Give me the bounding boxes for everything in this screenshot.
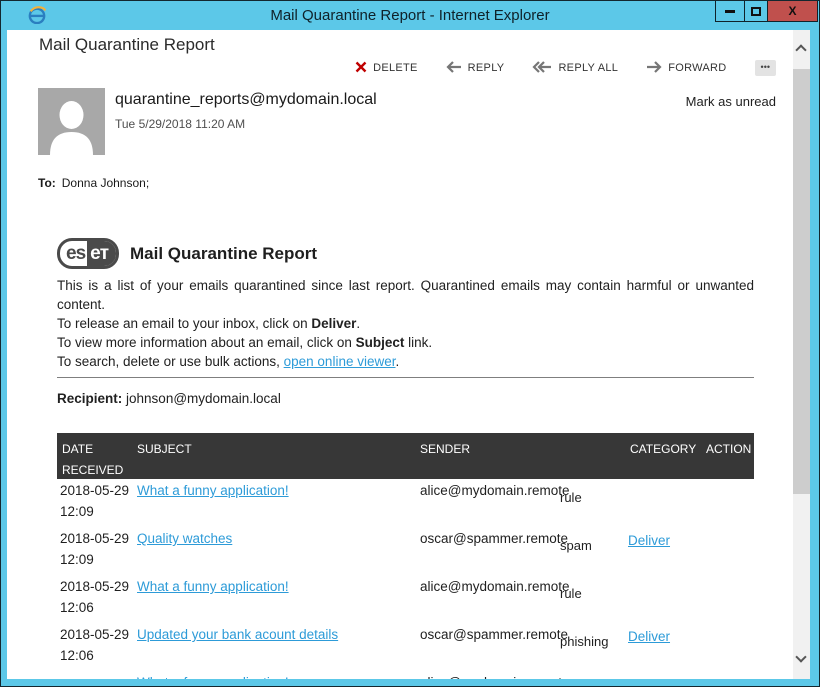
deliver-link[interactable]: Deliver (628, 533, 670, 548)
vertical-scrollbar[interactable] (793, 30, 810, 679)
cell-time: 12:06 (60, 600, 94, 615)
scroll-up-icon[interactable] (795, 44, 806, 55)
page-title: Mail Quarantine Report (39, 35, 215, 55)
report-header: es eт Mail Quarantine Report (57, 238, 754, 269)
cell-time: 12:09 (60, 504, 94, 519)
recipient-line: Recipient: johnson@mydomain.local (57, 389, 754, 408)
to-recipient: Donna Johnson; (62, 176, 149, 190)
table-row: 2018-05-29 12:09 Quality watches oscar@s… (57, 527, 754, 575)
delete-button[interactable]: DELETE (355, 61, 418, 76)
subject-link[interactable]: What a funny application! (137, 675, 289, 679)
cell-sender: oscar@spammer.remote (420, 627, 568, 642)
header-category: CATEGORY (630, 439, 696, 460)
title-bar: Mail Quarantine Report - Internet Explor… (1, 1, 819, 30)
sent-timestamp: Tue 5/29/2018 11:20 AM (115, 117, 245, 131)
cell-date: 2018-05-29 (60, 579, 129, 594)
quarantine-table-body: 2018-05-29 12:09 What a funny applicatio… (57, 479, 754, 679)
cell-category: rule (560, 586, 582, 601)
sender-avatar (38, 88, 105, 155)
cell-date: 2018-05-29 (60, 531, 129, 546)
table-header-row: DATE RECEIVED SUBJECT SENDER CATEGORY AC… (57, 433, 754, 479)
cell-date: 2018-05-29 (60, 483, 129, 498)
email-reading-pane: Mail Quarantine Report DELETE REPLY REPL… (7, 30, 810, 679)
ie-window: Mail Quarantine Report - Internet Explor… (0, 0, 820, 687)
mark-as-unread-link[interactable]: Mark as unread (686, 94, 776, 109)
window-title: Mail Quarantine Report - Internet Explor… (1, 7, 819, 24)
more-actions-button[interactable]: ••• (755, 60, 776, 76)
subject-link[interactable]: What a funny application! (137, 483, 289, 498)
to-label: To: (38, 176, 56, 190)
header-date-received: DATE RECEIVED (62, 439, 132, 481)
to-line: To: Donna Johnson; (38, 176, 149, 190)
cell-time: 12:06 (60, 648, 94, 663)
delete-x-icon (355, 61, 367, 76)
reply-arrow-icon (446, 61, 462, 76)
minimize-icon (725, 10, 735, 13)
eset-logo: es eт (57, 238, 119, 269)
mail-toolbar: DELETE REPLY REPLY ALL FORWARD (355, 60, 776, 76)
table-row: 2018-05-29 12:06 Updated your bank acoun… (57, 623, 754, 671)
open-online-viewer-link[interactable]: open online viewer (284, 354, 396, 369)
maximize-button[interactable] (744, 1, 767, 21)
ellipsis-icon: ••• (761, 62, 770, 72)
forward-arrow-icon (646, 61, 662, 76)
view-instruction: To view more information about an email,… (57, 333, 754, 352)
table-row: 2018-05-29 12:09 What a funny applicatio… (57, 479, 754, 527)
recipient-value: johnson@mydomain.local (126, 391, 281, 406)
cell-sender: alice@mydomain.remote (420, 483, 570, 498)
minimize-button[interactable] (716, 1, 744, 21)
deliver-link[interactable]: Deliver (628, 629, 670, 644)
cell-time: 12:09 (60, 552, 94, 567)
recipient-label: Recipient: (57, 391, 122, 406)
subject-link[interactable]: Updated your bank acount details (137, 627, 338, 642)
eset-logo-right: eт (87, 241, 116, 266)
reply-all-button[interactable]: REPLY ALL (532, 61, 618, 76)
cell-sender: oscar@spammer.remote (420, 531, 568, 546)
cell-category: rule (560, 490, 582, 505)
cell-sender: alice@mydomain.remote (420, 579, 570, 594)
delete-label: DELETE (373, 62, 418, 74)
header-subject: SUBJECT (137, 439, 192, 460)
deliver-keyword: Deliver (311, 316, 356, 331)
quarantine-table: DATE RECEIVED SUBJECT SENDER CATEGORY AC… (57, 433, 754, 679)
cell-date: 2018-05-29 (60, 627, 129, 642)
subject-link[interactable]: Quality watches (137, 531, 232, 546)
subject-link[interactable]: What a funny application! (137, 579, 289, 594)
report-intro: This is a list of your emails quarantine… (57, 276, 754, 371)
table-row: What a funny application! alice@mydomain… (57, 671, 754, 679)
intro-paragraph: This is a list of your emails quarantine… (57, 276, 754, 314)
divider (57, 377, 754, 378)
maximize-icon (751, 7, 761, 16)
close-button[interactable]: X (767, 1, 817, 21)
eset-logo-left: es (60, 241, 87, 266)
cell-category: spam (560, 538, 592, 553)
reply-all-label: REPLY ALL (558, 62, 618, 74)
header-action: ACTION (706, 439, 751, 460)
reply-all-arrow-icon (532, 61, 552, 76)
forward-label: FORWARD (668, 62, 726, 74)
email-body: es eт Mail Quarantine Report This is a l… (57, 238, 754, 679)
cell-category: phishing (560, 634, 608, 649)
forward-button[interactable]: FORWARD (646, 61, 726, 76)
window-controls: X (715, 1, 818, 22)
table-row: 2018-05-29 12:06 What a funny applicatio… (57, 575, 754, 623)
report-title: Mail Quarantine Report (130, 244, 317, 264)
scrollbar-thumb[interactable] (793, 69, 810, 494)
reply-label: REPLY (468, 62, 505, 74)
reply-button[interactable]: REPLY (446, 61, 505, 76)
search-instruction: To search, delete or use bulk actions, o… (57, 352, 754, 371)
scroll-down-icon[interactable] (795, 651, 806, 662)
cell-sender: alice@mydomain.remote (420, 675, 570, 679)
subject-keyword: Subject (356, 335, 405, 350)
sender-address: quarantine_reports@mydomain.local (115, 91, 377, 109)
header-sender: SENDER (420, 439, 470, 460)
release-instruction: To release an email to your inbox, click… (57, 314, 754, 333)
